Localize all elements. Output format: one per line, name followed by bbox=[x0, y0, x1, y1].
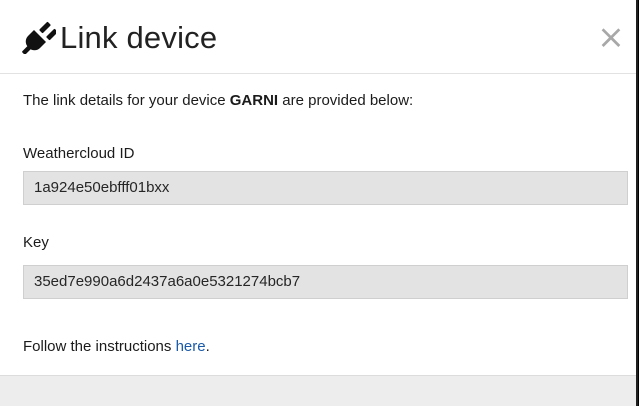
intro-text: The link details for your device GARNI a… bbox=[23, 92, 413, 109]
intro-prefix: The link details for your device bbox=[23, 92, 230, 109]
dialog-title: Link device bbox=[60, 20, 218, 55]
weathercloud-id-field[interactable]: 1a924e50ebfff01bxx bbox=[23, 171, 628, 205]
plug-icon bbox=[22, 21, 56, 54]
instructions-text: Follow the instructions here. bbox=[23, 338, 210, 355]
key-field[interactable]: 35ed7e990a6d2437a6a0e5321274bcb7 bbox=[23, 265, 628, 299]
link-device-dialog: Link device × The link details for your … bbox=[0, 0, 638, 406]
instructions-suffix: . bbox=[205, 338, 210, 355]
dialog-header: Link device × bbox=[0, 0, 636, 74]
instructions-prefix: Follow the instructions bbox=[23, 338, 176, 355]
close-icon[interactable]: × bbox=[597, 17, 625, 56]
instructions-link[interactable]: here bbox=[176, 338, 206, 355]
weathercloud-id-label: Weathercloud ID bbox=[23, 145, 135, 162]
intro-suffix: are provided below: bbox=[278, 92, 414, 109]
key-label: Key bbox=[23, 234, 49, 251]
device-name: GARNI bbox=[229, 92, 279, 109]
dialog-footer bbox=[0, 375, 636, 406]
close-button[interactable]: × bbox=[596, 20, 626, 54]
